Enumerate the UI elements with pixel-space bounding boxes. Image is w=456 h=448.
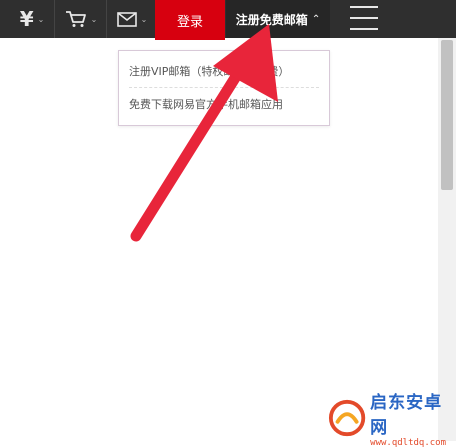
watermark-text: 启东安卓网 www.qdltdq.com: [370, 388, 456, 448]
watermark-name: 启东安卓网: [370, 393, 443, 438]
watermark-logo-icon: [328, 399, 366, 437]
watermark-url: www.qdltdq.com: [370, 438, 447, 448]
arrow-annotation: [130, 24, 278, 242]
site-watermark: 启东安卓网 www.qdltdq.com: [328, 393, 456, 448]
